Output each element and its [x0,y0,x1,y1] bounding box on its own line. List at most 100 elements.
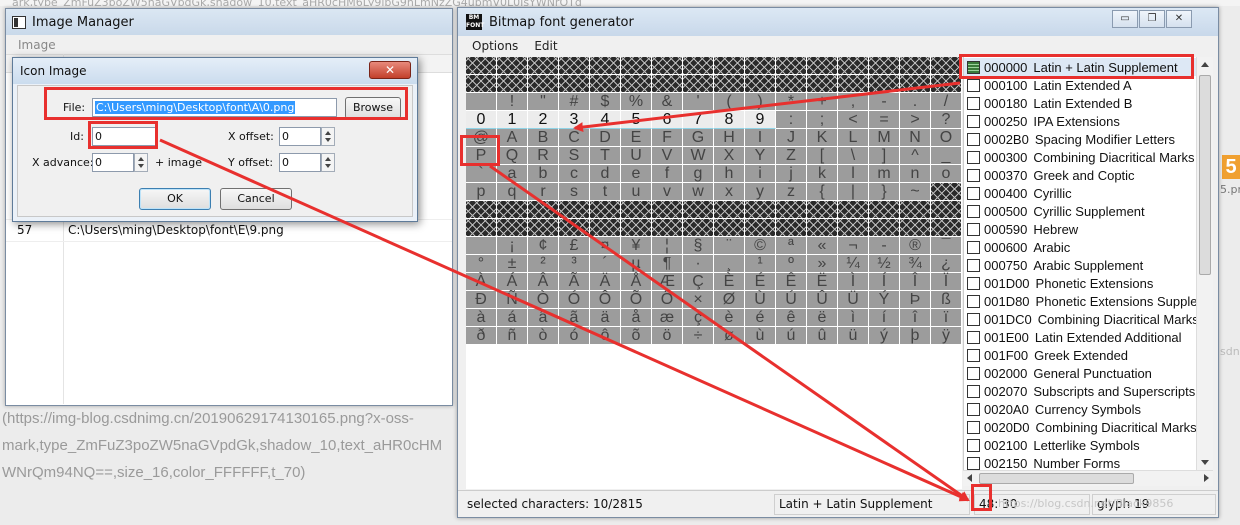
scroll-left-icon[interactable] [967,474,972,482]
char-cell[interactable]: 3 [559,111,590,129]
list-item[interactable]: 000300 Combining Diacritical Marks [964,148,1196,166]
char-cell[interactable] [776,57,807,75]
char-cell[interactable] [559,75,590,93]
char-cell[interactable]: à [466,309,497,327]
char-cell[interactable]: M [869,129,900,147]
char-cell[interactable]: 2 [528,111,559,129]
char-cell[interactable]: ¼ [838,255,869,273]
char-cell[interactable]: Û [807,291,838,309]
char-cell[interactable]: v [652,183,683,201]
char-cell[interactable] [900,57,931,75]
y-offset-spinner[interactable] [321,153,335,172]
char-cell[interactable]: O [931,129,962,147]
char-cell[interactable]: Ð [466,291,497,309]
char-cell[interactable]: I [745,129,776,147]
char-cell[interactable] [869,201,900,219]
char-cell[interactable] [745,57,776,75]
char-cell[interactable]: D [590,129,621,147]
char-cell[interactable]: è [714,309,745,327]
char-cell[interactable]: ù [745,327,776,345]
char-cell[interactable] [683,57,714,75]
char-cell[interactable] [559,201,590,219]
char-cell[interactable]: ö [652,327,683,345]
char-cell[interactable]: r [528,183,559,201]
range-list-vscrollbar[interactable] [1196,57,1213,470]
char-cell[interactable]: ] [869,147,900,165]
char-cell[interactable]: G [683,129,714,147]
char-cell[interactable]: ? [931,111,962,129]
char-cell[interactable] [745,201,776,219]
range-checkbox[interactable] [967,78,980,92]
char-cell[interactable] [776,201,807,219]
char-cell[interactable]: ñ [497,327,528,345]
char-cell[interactable]: ì [838,309,869,327]
char-cell[interactable]: H [714,129,745,147]
char-cell[interactable]: » [807,255,838,273]
char-cell[interactable] [931,201,962,219]
char-cell[interactable] [466,75,497,93]
char-cell[interactable] [590,201,621,219]
range-checkbox[interactable] [967,330,980,344]
char-cell[interactable]: b [528,165,559,183]
char-cell[interactable]: ^ [900,147,931,165]
char-cell[interactable]: . [900,93,931,111]
char-cell[interactable] [869,57,900,75]
char-cell[interactable] [652,75,683,93]
char-cell[interactable]: L [838,129,869,147]
char-cell[interactable]: Á [497,273,528,291]
char-cell[interactable]: s [559,183,590,201]
char-cell[interactable] [590,57,621,75]
char-cell[interactable]: ¦ [652,237,683,255]
menu-item-edit[interactable]: Edit [534,37,557,56]
char-cell[interactable]: - [869,93,900,111]
char-cell[interactable]: ý [869,327,900,345]
char-cell[interactable]: Ä [590,273,621,291]
char-cell[interactable]: Ñ [497,291,528,309]
char-cell[interactable]: ÷ [683,327,714,345]
char-cell[interactable]: [ [807,147,838,165]
char-cell[interactable]: £ [559,237,590,255]
range-checkbox[interactable] [967,366,980,380]
char-cell[interactable]: Ø [714,291,745,309]
icon-image-titlebar[interactable]: Icon Image [13,58,417,84]
char-cell[interactable]: E [621,129,652,147]
char-cell[interactable]: À [466,273,497,291]
unicode-range-list[interactable]: 000000 Latin + Latin Supplement 000100 Lati… [963,57,1196,470]
char-cell[interactable]: ä [590,309,621,327]
char-cell[interactable]: 9 [745,111,776,129]
char-cell[interactable]: Ê [776,273,807,291]
char-cell[interactable]: Ó [559,291,590,309]
char-cell[interactable] [714,219,745,237]
char-cell[interactable]: ® [900,237,931,255]
char-cell[interactable] [931,219,962,237]
char-cell[interactable]: p [466,183,497,201]
char-cell[interactable] [559,219,590,237]
menu-item-image[interactable]: Image [18,38,56,52]
char-cell[interactable]: Ì [838,273,869,291]
char-cell[interactable]: § [683,237,714,255]
char-cell[interactable]: ó [559,327,590,345]
char-cell[interactable]: Ö [652,291,683,309]
char-cell[interactable]: 7 [683,111,714,129]
bitmap-font-titlebar[interactable]: BM FONT Bitmap font generator [458,8,1218,36]
char-cell[interactable]: ú [776,327,807,345]
char-cell[interactable]: © [745,237,776,255]
list-item[interactable]: 001D80 Phonetic Extensions Supple. [964,292,1196,310]
char-cell[interactable] [807,57,838,75]
char-cell[interactable]: ë [807,309,838,327]
char-cell[interactable]: - [869,237,900,255]
char-cell[interactable] [652,201,683,219]
char-cell[interactable]: ¯ [931,237,962,255]
char-cell[interactable]: V [652,147,683,165]
char-cell[interactable] [466,201,497,219]
menu-item-options[interactable]: Options [472,37,518,56]
char-cell[interactable] [497,219,528,237]
char-cell[interactable]: Ï [931,273,962,291]
char-cell[interactable]: ¨ [714,237,745,255]
range-checkbox[interactable] [967,240,980,254]
list-item[interactable]: 001D00 Phonetic Extensions [964,274,1196,292]
character-grid[interactable]: ! " # $% & '() * +, -./0 1 2 3 4 5 6 7 8 9:; < = >? @ A B C D E F G H… [466,57,962,489]
char-cell[interactable] [466,237,497,255]
scroll-up-icon[interactable] [1201,62,1209,67]
close-button[interactable]: ✕ [369,61,411,79]
